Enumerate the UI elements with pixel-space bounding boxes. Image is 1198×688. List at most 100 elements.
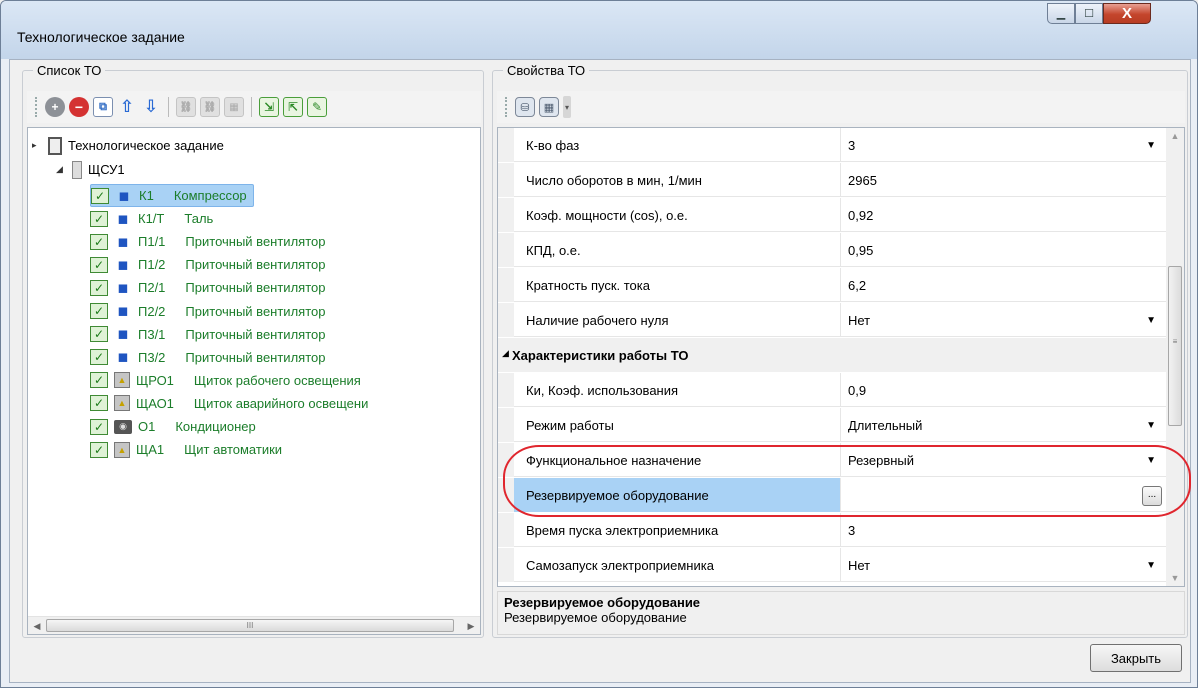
collapse-icon[interactable]: ◢ xyxy=(56,164,66,175)
property-value[interactable]: 2965 xyxy=(840,163,1168,197)
table-view-icon[interactable]: ▦ xyxy=(539,97,559,117)
property-value[interactable]: 0,95 xyxy=(840,233,1168,267)
property-name: Наличие рабочего нуля xyxy=(526,313,669,328)
property-category[interactable]: ◢ Характеристики работы ТО xyxy=(498,338,1168,372)
dropdown-arrow-icon[interactable]: ▼ xyxy=(1146,420,1156,431)
delete-icon[interactable]: − xyxy=(69,97,89,117)
move-down-icon[interactable]: ⇩ xyxy=(141,97,161,117)
property-row[interactable]: Функциональное назначение Резервный ▼ xyxy=(498,443,1168,477)
close-window-button[interactable]: X xyxy=(1103,3,1151,24)
tree-item-name: Приточный вентилятор xyxy=(185,326,326,342)
property-row[interactable]: Кратность пуск. тока 6,2 xyxy=(498,268,1168,302)
tree-item-code: П2/2 xyxy=(138,303,166,319)
property-row[interactable]: Резервируемое оборудование... xyxy=(498,478,1168,512)
property-value-text: Нет xyxy=(848,313,871,328)
tree-item[interactable]: ✓ ◼ К1/Т Таль xyxy=(90,207,213,230)
scroll-up-icon[interactable]: ▲ xyxy=(1166,128,1184,144)
property-value-text: 0,9 xyxy=(848,383,867,398)
tree-item[interactable]: ✓ ◼ П2/1 Приточный вентилятор xyxy=(90,276,325,299)
add-icon[interactable]: + xyxy=(45,97,65,117)
tree-item[interactable]: ✓ ▲ ЩАО1 Щиток аварийного освещени xyxy=(90,392,368,415)
property-name: Время пуска электроприемника xyxy=(526,523,719,538)
property-name: КПД, о.е. xyxy=(526,243,581,258)
export-icon[interactable]: ⇱ xyxy=(283,97,303,117)
tree-item[interactable]: ✓ ◼ К1 Компрессор xyxy=(90,184,254,207)
maximize-button[interactable]: ☐ xyxy=(1075,3,1103,24)
property-row[interactable]: Время пуска электроприемника 3 xyxy=(498,513,1168,547)
property-row[interactable]: Коэф. мощности (cos), о.е. 0,92 xyxy=(498,198,1168,232)
toolbar-grip[interactable] xyxy=(35,97,39,117)
vertical-scrollbar[interactable]: ▲ ≡ ▼ xyxy=(1166,128,1184,586)
dropdown-arrow-icon[interactable]: ▼ xyxy=(1146,315,1156,326)
database-icon[interactable]: ⛁ xyxy=(515,97,535,117)
tree-item[interactable]: ✓ ◉ О1 Кондиционер xyxy=(90,415,256,438)
expand-icon[interactable]: ▸ xyxy=(32,140,42,151)
dropdown-arrow-icon[interactable]: ▼ xyxy=(1146,560,1156,571)
motor-icon: ◼ xyxy=(117,233,129,249)
horizontal-scrollbar[interactable]: ◀ III ▶ xyxy=(28,616,480,634)
property-value[interactable]: 0,9 xyxy=(840,373,1168,407)
property-value[interactable]: 3 ▼ xyxy=(840,128,1168,162)
scroll-left-icon[interactable]: ◀ xyxy=(29,618,45,634)
property-name: Режим работы xyxy=(526,418,614,433)
dropdown-arrow-icon[interactable]: ▼ xyxy=(1146,140,1156,151)
tree-item[interactable]: ✓ ▲ ЩРО1 Щиток рабочего освещения xyxy=(90,369,361,392)
property-value[interactable]: ... xyxy=(840,478,1168,512)
link-icon[interactable]: ⛓ xyxy=(176,97,196,117)
description-panel: Резервируемое оборудование Резервируемое… xyxy=(497,591,1185,635)
title-bar: Технологическое задание ▁ ☐ X xyxy=(1,1,1197,59)
property-value[interactable]: 3 xyxy=(840,513,1168,547)
scroll-thumb[interactable]: III xyxy=(46,619,454,632)
scroll-thumb[interactable]: ≡ xyxy=(1168,266,1182,426)
move-up-icon[interactable]: ⇧ xyxy=(117,97,137,117)
dropdown-arrow-icon[interactable]: ▼ xyxy=(1146,455,1156,466)
property-row[interactable]: Наличие рабочего нуля Нет ▼ xyxy=(498,303,1168,337)
toolbar-overflow-icon[interactable]: ▾ xyxy=(563,96,571,118)
property-value[interactable]: 0,92 xyxy=(840,198,1168,232)
import-icon[interactable]: ⇲ xyxy=(259,97,279,117)
tree-item[interactable]: ✓ ▲ ЩА1 Щит автоматики xyxy=(90,438,282,461)
equipment-tree[interactable]: ▸ Технологическое задание ◢ ЩСУ1 ✓ ◼ К1 Ком… xyxy=(27,127,481,635)
property-name: К-во фаз xyxy=(526,138,580,153)
calculator-icon[interactable]: ▦ xyxy=(224,97,244,117)
property-name: Функциональное назначение xyxy=(526,453,702,468)
checklist-icon: ✓ xyxy=(90,326,108,343)
tree-item[interactable]: ✓ ◼ П3/1 Приточный вентилятор xyxy=(90,323,325,346)
tree-item-code: К1/Т xyxy=(138,211,165,227)
property-row[interactable]: Режим работы Длительный ▼ xyxy=(498,408,1168,442)
edit-icon[interactable]: ✎ xyxy=(307,97,327,117)
panel-icon: ▲ xyxy=(114,441,130,458)
property-row[interactable]: К-во фаз 3 ▼ xyxy=(498,128,1168,162)
property-row[interactable]: Число оборотов в мин, 1/мин 2965 xyxy=(498,163,1168,197)
property-name: Кратность пуск. тока xyxy=(526,278,650,293)
unlink-icon[interactable]: ⛓ xyxy=(200,97,220,117)
property-value[interactable]: 6,2 xyxy=(840,268,1168,302)
tree-item-code: К1 xyxy=(139,188,154,203)
property-value[interactable]: Резервный ▼ xyxy=(840,443,1168,477)
minimize-button[interactable]: ▁ xyxy=(1047,3,1075,24)
properties-toolbar: ⛁ ▦ ▾ xyxy=(497,91,1185,123)
browse-button[interactable]: ... xyxy=(1142,486,1162,506)
property-row[interactable]: КПД, о.е. 0,95 xyxy=(498,233,1168,267)
property-value[interactable]: Нет ▼ xyxy=(840,548,1168,582)
property-row[interactable]: Ки, Коэф. использования 0,9 xyxy=(498,373,1168,407)
tree-item-name: Щиток рабочего освещения xyxy=(193,372,361,388)
tree-node-panel[interactable]: ◢ ЩСУ1 xyxy=(56,158,125,181)
scroll-down-icon[interactable]: ▼ xyxy=(1166,570,1184,586)
tree-item[interactable]: ✓ ◼ П2/2 Приточный вентилятор xyxy=(90,300,325,323)
tree-root[interactable]: ▸ Технологическое задание xyxy=(32,134,224,157)
toolbar-grip[interactable] xyxy=(505,97,509,117)
copy-icon[interactable]: ⧉ xyxy=(93,97,113,117)
property-grid[interactable]: К-во фаз 3 ▼ Число оборотов в мин, 1/мин 296… xyxy=(497,127,1185,587)
collapse-icon[interactable]: ◢ xyxy=(502,348,509,359)
property-value[interactable]: Нет ▼ xyxy=(840,303,1168,337)
row-margin xyxy=(498,513,514,547)
scroll-right-icon[interactable]: ▶ xyxy=(463,618,479,634)
tree-item[interactable]: ✓ ◼ П3/2 Приточный вентилятор xyxy=(90,346,325,369)
tree-item-code: О1 xyxy=(138,419,156,434)
property-row[interactable]: Самозапуск электроприемника Нет ▼ xyxy=(498,548,1168,582)
close-button[interactable]: Закрыть xyxy=(1090,644,1182,672)
property-value[interactable]: Длительный ▼ xyxy=(840,408,1168,442)
tree-item[interactable]: ✓ ◼ П1/1 Приточный вентилятор xyxy=(90,230,325,253)
tree-item[interactable]: ✓ ◼ П1/2 Приточный вентилятор xyxy=(90,253,325,276)
